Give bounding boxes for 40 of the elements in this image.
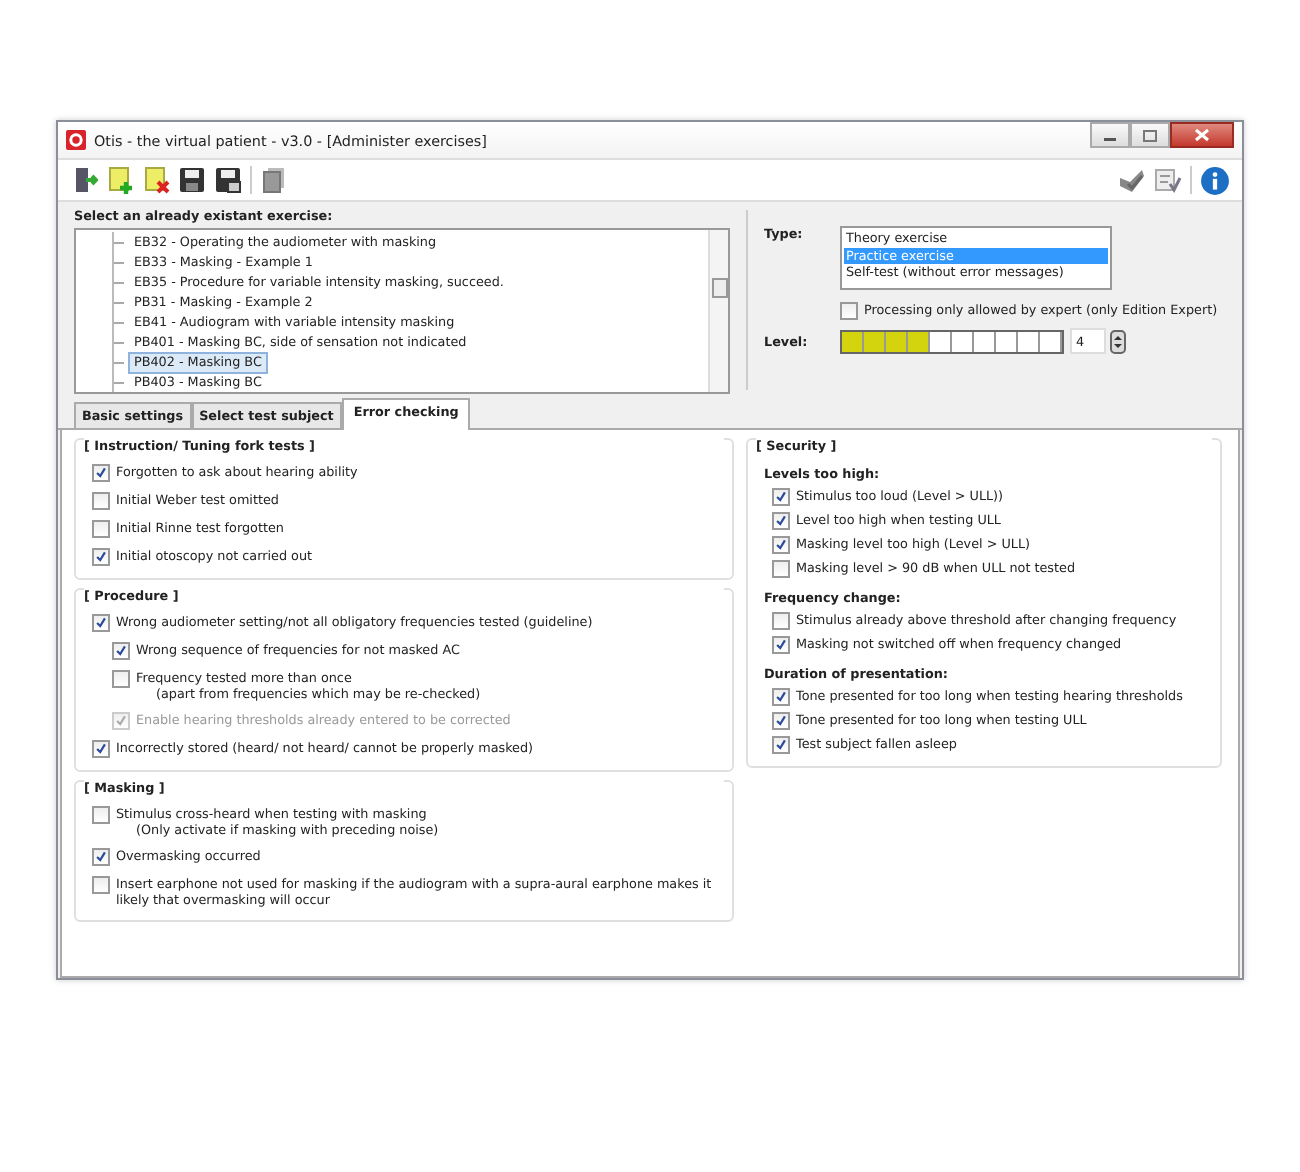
delete-document-icon[interactable] <box>142 166 170 194</box>
maximize-button[interactable] <box>1130 122 1170 148</box>
checkbox[interactable] <box>112 642 130 660</box>
checkbox[interactable] <box>92 806 110 824</box>
minimize-button[interactable] <box>1090 122 1130 148</box>
checkbox[interactable] <box>772 536 790 554</box>
copy-icon[interactable] <box>260 166 288 194</box>
app-logo-icon <box>66 130 86 150</box>
checkbox[interactable] <box>92 848 110 866</box>
exercise-list[interactable] <box>74 228 730 394</box>
checkbox[interactable] <box>840 302 858 320</box>
checkbox[interactable] <box>772 488 790 506</box>
checkbox[interactable] <box>92 614 110 632</box>
spinner-icon[interactable] <box>1110 329 1126 353</box>
scrollbar[interactable] <box>708 230 728 392</box>
checkbox[interactable] <box>92 520 110 538</box>
add-document-icon[interactable] <box>106 166 134 194</box>
checkbox[interactable] <box>92 548 110 566</box>
checkbox[interactable] <box>772 512 790 530</box>
checkbox[interactable] <box>112 670 130 688</box>
hand-check-icon[interactable] <box>1118 166 1146 194</box>
maximize-icon <box>1142 129 1158 141</box>
checkbox[interactable] <box>92 492 110 510</box>
save-icon[interactable] <box>178 166 206 194</box>
info-icon[interactable] <box>1200 165 1230 195</box>
checkbox[interactable] <box>772 560 790 578</box>
checklist-icon[interactable] <box>1154 166 1182 194</box>
checkbox[interactable] <box>772 612 790 630</box>
close-icon <box>1194 128 1210 142</box>
checkbox[interactable] <box>772 636 790 654</box>
level-bar[interactable] <box>840 329 1064 353</box>
checkbox[interactable] <box>92 876 110 894</box>
save-as-icon[interactable] <box>214 166 242 194</box>
checkbox[interactable] <box>772 736 790 754</box>
exit-door-icon[interactable] <box>70 166 98 194</box>
checkbox[interactable] <box>92 464 110 482</box>
checkbox[interactable] <box>772 712 790 730</box>
checkbox[interactable] <box>92 740 110 758</box>
checkbox[interactable] <box>772 688 790 706</box>
close-button[interactable] <box>1170 122 1234 148</box>
